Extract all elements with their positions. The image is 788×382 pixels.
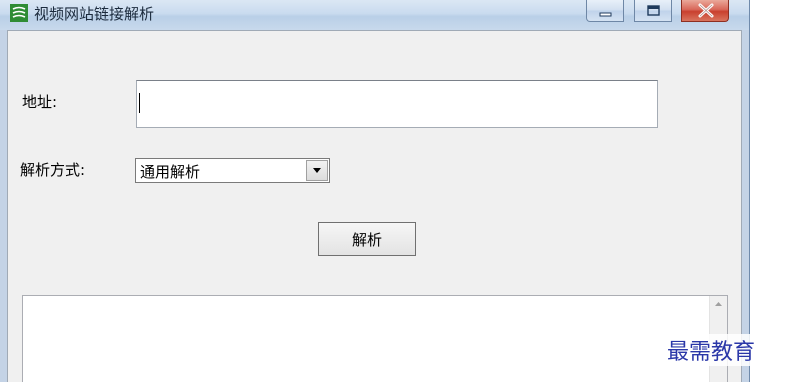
client-area: 地址: 解析方式: 通用解析 解析: [7, 30, 742, 382]
close-button[interactable]: [681, 0, 729, 22]
parse-mode-select[interactable]: 通用解析: [135, 158, 330, 183]
app-logo-icon: [10, 4, 28, 22]
parse-mode-label: 解析方式:: [20, 161, 86, 179]
window-title: 视频网站链接解析: [34, 5, 155, 23]
screen: 视频网站链接解析 地址: 解析方式: 通用解析 解析 最需教育: [0, 0, 788, 382]
parse-mode-selected: 通用解析: [140, 163, 201, 181]
address-input[interactable]: [136, 80, 658, 128]
parse-button[interactable]: 解析: [318, 222, 416, 256]
dropdown-button[interactable]: [306, 160, 328, 181]
title-bar[interactable]: 视频网站链接解析: [0, 0, 749, 30]
app-window: 视频网站链接解析 地址: 解析方式: 通用解析 解析: [0, 0, 750, 382]
scroll-up-button[interactable]: [710, 296, 727, 313]
close-icon: [698, 3, 714, 18]
minimize-button[interactable]: [586, 0, 624, 22]
output-textarea[interactable]: [22, 295, 728, 382]
minimize-icon: [599, 12, 612, 17]
chevron-down-icon: [313, 168, 321, 173]
watermark-text: 最需教育: [665, 334, 758, 366]
address-label: 地址:: [22, 93, 58, 111]
maximize-button[interactable]: [634, 0, 672, 22]
text-caret: [139, 93, 140, 113]
maximize-icon: [647, 5, 660, 16]
scroll-up-arrow-icon: [715, 302, 722, 306]
